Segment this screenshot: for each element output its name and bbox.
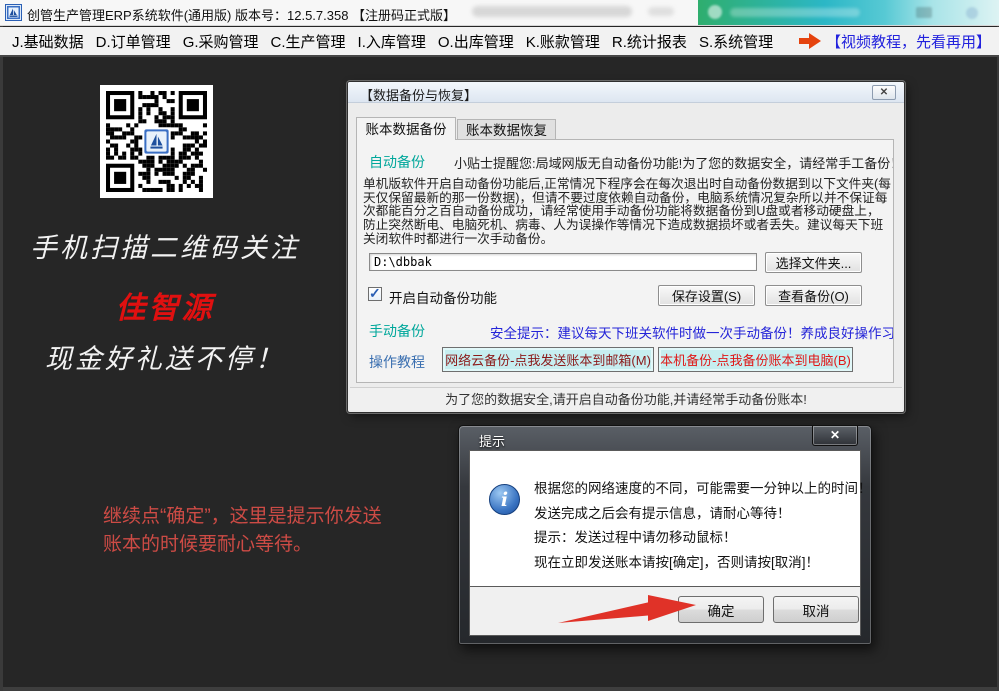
prompt-message-area: i 根据您的网络速度的不同，可能需要一分钟以上的时间！ 发送完成之后会有提示信息…	[469, 450, 861, 587]
view-backup-button[interactable]: 查看备份(O)	[765, 285, 862, 306]
auto-backup-description: 单机版软件开启自动备份功能后,正常情况下程序会在每次退出时自动备份数据到以下文件…	[363, 178, 891, 247]
app-window: 创管生产管理ERP系统软件(通用版) 版本号：12.5.7.358 【注册码正式…	[0, 0, 999, 691]
backup-path-input[interactable]	[369, 253, 757, 271]
close-icon: ✕	[880, 87, 888, 98]
annotation-line-1: 继续点“确定”，这里是提示你发送	[103, 503, 443, 531]
backup-tab-panel: 自动备份 小贴士提醒您:局域网版无自动备份功能!为了您的数据安全，请经常手工备份…	[356, 139, 894, 383]
menu-item-reports[interactable]: R.统计报表	[612, 31, 687, 52]
choose-folder-button[interactable]: 选择文件夹...	[765, 252, 862, 273]
prompt-footer: 确定 取消	[469, 587, 861, 636]
titlebar: 创管生产管理ERP系统软件(通用版) 版本号：12.5.7.358 【注册码正式…	[0, 0, 999, 26]
auto-backup-label: 自动备份	[369, 152, 425, 172]
prompt-line-3: 提示：发送过程中请勿移动鼠标！	[534, 526, 872, 551]
promo-scan-text: 手机扫描二维码关注	[0, 226, 330, 265]
manual-backup-label: 手动备份	[369, 321, 425, 341]
local-backup-button[interactable]: 本机备份-点我备份账本到电脑(B)	[658, 347, 853, 372]
tutorial-label: 操作教程	[369, 352, 425, 372]
app-logo-icon	[5, 4, 22, 21]
video-arrow-icon	[798, 33, 822, 49]
menu-item-purchasing[interactable]: G.采购管理	[183, 31, 259, 52]
menu-item-orders[interactable]: D.订单管理	[96, 31, 171, 52]
backup-dialog-title: 【数据备份与恢复】	[360, 85, 477, 104]
menu-item-accounts[interactable]: K.账款管理	[526, 31, 600, 52]
background-window-blur	[472, 6, 632, 17]
info-icon: i	[489, 484, 520, 515]
qr-code-image	[106, 91, 207, 192]
info-glyph: i	[501, 489, 508, 511]
annotation-line-2: 账本的时候要耐心等待。	[103, 531, 443, 559]
auto-backup-checkbox-label: 开启自动备份功能	[389, 287, 497, 307]
close-icon: ✕	[830, 428, 840, 442]
menu-item-basic-data[interactable]: J.基础数据	[12, 31, 84, 52]
menu-item-outbound[interactable]: O.出库管理	[438, 31, 514, 52]
window-title: 创管生产管理ERP系统软件(通用版) 版本号：12.5.7.358 【注册码正式…	[27, 5, 456, 24]
menu-bar: J.基础数据 D.订单管理 G.采购管理 C.生产管理 I.入库管理 O.出库管…	[0, 27, 999, 57]
prompt-dialog-title: 提示	[479, 431, 505, 450]
background-window-blur	[648, 7, 674, 16]
backup-dialog-titlebar[interactable]: 【数据备份与恢复】 ✕	[348, 82, 904, 103]
menu-item-production[interactable]: C.生产管理	[271, 31, 346, 52]
promo-gift-text: 现金好礼送不停！	[0, 337, 330, 376]
auto-backup-checkbox[interactable]: ✓	[368, 287, 382, 301]
prompt-line-2: 发送完成之后会有提示信息，请耐心等待！	[534, 502, 872, 527]
menu-item-system[interactable]: S.系统管理	[699, 31, 773, 52]
prompt-line-4: 现在立即发送账本请按[确定]，否则请按[取消]！	[534, 551, 872, 576]
background-close-blur	[916, 7, 932, 18]
safety-tip-text: 安全提示：建议每天下班关软件时做一次手动备份！养成良好操作习惯。	[490, 322, 894, 342]
check-icon: ✓	[369, 285, 381, 302]
cloud-backup-button[interactable]: 网络云备份-点我发送账本到邮箱(M)	[442, 347, 654, 372]
tab-account-backup[interactable]: 账本数据备份	[356, 117, 456, 140]
prompt-dialog: 提示 ✕ i 根据您的网络速度的不同，可能需要一分钟以上的时间！ 发送完成之后会…	[458, 425, 872, 645]
background-newtab-blur	[966, 7, 978, 19]
backup-dialog: 【数据备份与恢复】 ✕ 账本数据备份 账本数据恢复 自动备份 小贴士提醒您:局域…	[348, 82, 904, 412]
prompt-close-button[interactable]: ✕	[812, 426, 858, 446]
background-tab-title-blur	[730, 8, 860, 17]
cancel-button[interactable]: 取消	[773, 596, 859, 623]
backup-close-button[interactable]: ✕	[872, 85, 896, 100]
prompt-message: 根据您的网络速度的不同，可能需要一分钟以上的时间！ 发送完成之后会有提示信息，请…	[534, 477, 872, 575]
save-settings-button[interactable]: 保存设置(S)	[658, 285, 755, 306]
background-browser-strip	[698, 0, 999, 25]
background-favicon-blur	[708, 5, 722, 19]
video-tutorial-link[interactable]: 【视频教程，先看再用】	[826, 31, 991, 52]
tutorial-annotation: 继续点“确定”，这里是提示你发送 账本的时候要耐心等待。	[103, 503, 443, 559]
promo-brand-name: 佳智源	[0, 283, 330, 327]
backup-dialog-footer: 为了您的数据安全,请开启自动备份功能,并请经常手动备份账本!	[350, 387, 902, 410]
menu-item-inbound[interactable]: I.入库管理	[358, 31, 426, 52]
ok-button[interactable]: 确定	[678, 596, 764, 623]
auto-backup-tip: 小贴士提醒您:局域网版无自动备份功能!为了您的数据安全，请经常手工备份！	[454, 153, 894, 172]
qr-code	[100, 85, 213, 198]
prompt-line-1: 根据您的网络速度的不同，可能需要一分钟以上的时间！	[534, 477, 872, 502]
tab-account-restore[interactable]: 账本数据恢复	[457, 119, 556, 140]
